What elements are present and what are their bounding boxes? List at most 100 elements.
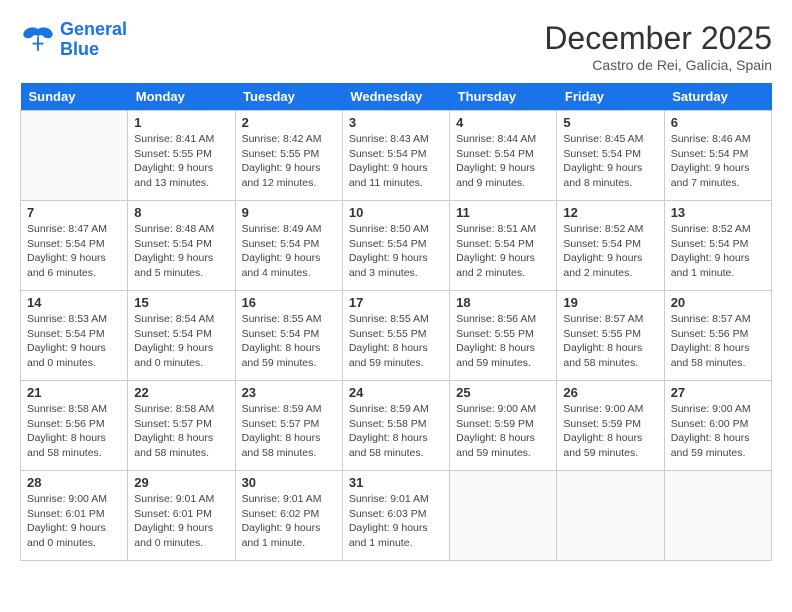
calendar-cell: 29Sunrise: 9:01 AM Sunset: 6:01 PM Dayli… bbox=[128, 471, 235, 561]
cell-date-number: 18 bbox=[456, 295, 550, 310]
weekday-header-monday: Monday bbox=[128, 83, 235, 111]
cell-date-number: 10 bbox=[349, 205, 443, 220]
cell-info-text: Sunrise: 8:59 AM Sunset: 5:57 PM Dayligh… bbox=[242, 402, 336, 461]
calendar-cell: 1 Sunrise: 8:41 AM Sunset: 5:55 PM Daylig… bbox=[128, 111, 235, 201]
location: Castro de Rei, Galicia, Spain bbox=[544, 57, 772, 73]
calendar-cell bbox=[21, 111, 128, 201]
calendar-cell: 26 Sunrise: 9:00 AM Sunset: 5:59 PM Dayli… bbox=[557, 381, 664, 471]
cell-date-number: 5 bbox=[563, 115, 657, 130]
calendar-cell: 17Sunrise: 8:55 AM Sunset: 5:55 PM Dayli… bbox=[342, 291, 449, 381]
calendar-cell: 8 Sunrise: 8:48 AM Sunset: 5:54 PM Daylig… bbox=[128, 201, 235, 291]
calendar-cell: 10 Sunrise: 8:50 AM Sunset: 5:54 PM Dayli… bbox=[342, 201, 449, 291]
cell-info-text: Sunrise: 8:55 AM Sunset: 5:54 PM Dayligh… bbox=[242, 312, 336, 371]
cell-date-number: 22 bbox=[134, 385, 228, 400]
cell-date-number: 31 bbox=[349, 475, 443, 490]
calendar-cell: 23 Sunrise: 8:59 AM Sunset: 5:57 PM Dayli… bbox=[235, 381, 342, 471]
cell-info-text: Sunrise: 8:57 AM Sunset: 5:55 PM Dayligh… bbox=[563, 312, 657, 371]
logo: General Blue bbox=[20, 20, 127, 60]
cell-date-number: 4 bbox=[456, 115, 550, 130]
cell-info-text: Sunrise: 8:51 AM Sunset: 5:54 PM Dayligh… bbox=[456, 222, 550, 281]
cell-info-text: Sunrise: 9:00 AM Sunset: 5:59 PM Dayligh… bbox=[563, 402, 657, 461]
calendar-cell: 20 Sunrise: 8:57 AM Sunset: 5:56 PM Dayli… bbox=[664, 291, 771, 381]
calendar-cell: 28 Sunrise: 9:00 AM Sunset: 6:01 PM Dayli… bbox=[21, 471, 128, 561]
cell-info-text: Sunrise: 8:44 AM Sunset: 5:54 PM Dayligh… bbox=[456, 132, 550, 191]
weekday-header-sunday: Sunday bbox=[21, 83, 128, 111]
cell-date-number: 29 bbox=[134, 475, 228, 490]
cell-info-text: Sunrise: 8:46 AM Sunset: 5:54 PM Dayligh… bbox=[671, 132, 765, 191]
cell-date-number: 28 bbox=[27, 475, 121, 490]
weekday-header-wednesday: Wednesday bbox=[342, 83, 449, 111]
calendar-cell: 5 Sunrise: 8:45 AM Sunset: 5:54 PM Daylig… bbox=[557, 111, 664, 201]
weekday-header-friday: Friday bbox=[557, 83, 664, 111]
logo-line2: Blue bbox=[60, 39, 99, 59]
title-area: December 2025 Castro de Rei, Galicia, Sp… bbox=[544, 20, 772, 73]
cell-info-text: Sunrise: 9:00 AM Sunset: 6:01 PM Dayligh… bbox=[27, 492, 121, 551]
cell-date-number: 26 bbox=[563, 385, 657, 400]
weekday-header-thursday: Thursday bbox=[450, 83, 557, 111]
calendar-cell: 31Sunrise: 9:01 AM Sunset: 6:03 PM Dayli… bbox=[342, 471, 449, 561]
calendar-week-row: 14 Sunrise: 8:53 AM Sunset: 5:54 PM Dayli… bbox=[21, 291, 772, 381]
calendar-cell: 16Sunrise: 8:55 AM Sunset: 5:54 PM Dayli… bbox=[235, 291, 342, 381]
weekday-header-saturday: Saturday bbox=[664, 83, 771, 111]
cell-info-text: Sunrise: 8:56 AM Sunset: 5:55 PM Dayligh… bbox=[456, 312, 550, 371]
calendar-cell: 30Sunrise: 9:01 AM Sunset: 6:02 PM Dayli… bbox=[235, 471, 342, 561]
cell-date-number: 30 bbox=[242, 475, 336, 490]
calendar-cell bbox=[557, 471, 664, 561]
cell-info-text: Sunrise: 8:59 AM Sunset: 5:58 PM Dayligh… bbox=[349, 402, 443, 461]
cell-info-text: Sunrise: 8:48 AM Sunset: 5:54 PM Dayligh… bbox=[134, 222, 228, 281]
cell-date-number: 8 bbox=[134, 205, 228, 220]
calendar-cell: 24 Sunrise: 8:59 AM Sunset: 5:58 PM Dayli… bbox=[342, 381, 449, 471]
cell-date-number: 11 bbox=[456, 205, 550, 220]
calendar-cell: 6Sunrise: 8:46 AM Sunset: 5:54 PM Daylig… bbox=[664, 111, 771, 201]
calendar-cell: 14 Sunrise: 8:53 AM Sunset: 5:54 PM Dayli… bbox=[21, 291, 128, 381]
calendar-table: SundayMondayTuesdayWednesdayThursdayFrid… bbox=[20, 83, 772, 561]
calendar-cell: 9 Sunrise: 8:49 AM Sunset: 5:54 PM Daylig… bbox=[235, 201, 342, 291]
cell-date-number: 1 bbox=[134, 115, 228, 130]
calendar-cell: 13 Sunrise: 8:52 AM Sunset: 5:54 PM Dayli… bbox=[664, 201, 771, 291]
cell-date-number: 24 bbox=[349, 385, 443, 400]
calendar-cell bbox=[450, 471, 557, 561]
cell-date-number: 9 bbox=[242, 205, 336, 220]
cell-info-text: Sunrise: 8:58 AM Sunset: 5:57 PM Dayligh… bbox=[134, 402, 228, 461]
calendar-cell: 4 Sunrise: 8:44 AM Sunset: 5:54 PM Daylig… bbox=[450, 111, 557, 201]
logo-text: General Blue bbox=[60, 20, 127, 60]
weekday-header-row: SundayMondayTuesdayWednesdayThursdayFrid… bbox=[21, 83, 772, 111]
cell-date-number: 23 bbox=[242, 385, 336, 400]
cell-date-number: 3 bbox=[349, 115, 443, 130]
cell-date-number: 21 bbox=[27, 385, 121, 400]
cell-info-text: Sunrise: 8:58 AM Sunset: 5:56 PM Dayligh… bbox=[27, 402, 121, 461]
cell-info-text: Sunrise: 8:41 AM Sunset: 5:55 PM Dayligh… bbox=[134, 132, 228, 191]
cell-info-text: Sunrise: 9:00 AM Sunset: 5:59 PM Dayligh… bbox=[456, 402, 550, 461]
calendar-cell: 2Sunrise: 8:42 AM Sunset: 5:55 PM Daylig… bbox=[235, 111, 342, 201]
cell-info-text: Sunrise: 8:50 AM Sunset: 5:54 PM Dayligh… bbox=[349, 222, 443, 281]
calendar-week-row: 1 Sunrise: 8:41 AM Sunset: 5:55 PM Daylig… bbox=[21, 111, 772, 201]
cell-date-number: 14 bbox=[27, 295, 121, 310]
calendar-week-row: 7 Sunrise: 8:47 AM Sunset: 5:54 PM Daylig… bbox=[21, 201, 772, 291]
cell-info-text: Sunrise: 8:52 AM Sunset: 5:54 PM Dayligh… bbox=[671, 222, 765, 281]
cell-info-text: Sunrise: 8:47 AM Sunset: 5:54 PM Dayligh… bbox=[27, 222, 121, 281]
cell-info-text: Sunrise: 8:53 AM Sunset: 5:54 PM Dayligh… bbox=[27, 312, 121, 371]
cell-date-number: 27 bbox=[671, 385, 765, 400]
logo-line1: General bbox=[60, 19, 127, 39]
cell-info-text: Sunrise: 8:43 AM Sunset: 5:54 PM Dayligh… bbox=[349, 132, 443, 191]
calendar-cell: 7 Sunrise: 8:47 AM Sunset: 5:54 PM Daylig… bbox=[21, 201, 128, 291]
calendar-cell: 21 Sunrise: 8:58 AM Sunset: 5:56 PM Dayli… bbox=[21, 381, 128, 471]
calendar-cell: 19 Sunrise: 8:57 AM Sunset: 5:55 PM Dayli… bbox=[557, 291, 664, 381]
cell-date-number: 13 bbox=[671, 205, 765, 220]
calendar-cell: 15Sunrise: 8:54 AM Sunset: 5:54 PM Dayli… bbox=[128, 291, 235, 381]
cell-info-text: Sunrise: 8:57 AM Sunset: 5:56 PM Dayligh… bbox=[671, 312, 765, 371]
cell-info-text: Sunrise: 8:45 AM Sunset: 5:54 PM Dayligh… bbox=[563, 132, 657, 191]
cell-date-number: 25 bbox=[456, 385, 550, 400]
cell-date-number: 19 bbox=[563, 295, 657, 310]
calendar-cell: 22 Sunrise: 8:58 AM Sunset: 5:57 PM Dayli… bbox=[128, 381, 235, 471]
cell-info-text: Sunrise: 8:49 AM Sunset: 5:54 PM Dayligh… bbox=[242, 222, 336, 281]
calendar-cell: 25 Sunrise: 9:00 AM Sunset: 5:59 PM Dayli… bbox=[450, 381, 557, 471]
cell-info-text: Sunrise: 9:00 AM Sunset: 6:00 PM Dayligh… bbox=[671, 402, 765, 461]
cell-info-text: Sunrise: 8:52 AM Sunset: 5:54 PM Dayligh… bbox=[563, 222, 657, 281]
calendar-week-row: 28 Sunrise: 9:00 AM Sunset: 6:01 PM Dayli… bbox=[21, 471, 772, 561]
calendar-cell: 27 Sunrise: 9:00 AM Sunset: 6:00 PM Dayli… bbox=[664, 381, 771, 471]
month-title: December 2025 bbox=[544, 20, 772, 57]
cell-date-number: 7 bbox=[27, 205, 121, 220]
weekday-header-tuesday: Tuesday bbox=[235, 83, 342, 111]
cell-date-number: 20 bbox=[671, 295, 765, 310]
